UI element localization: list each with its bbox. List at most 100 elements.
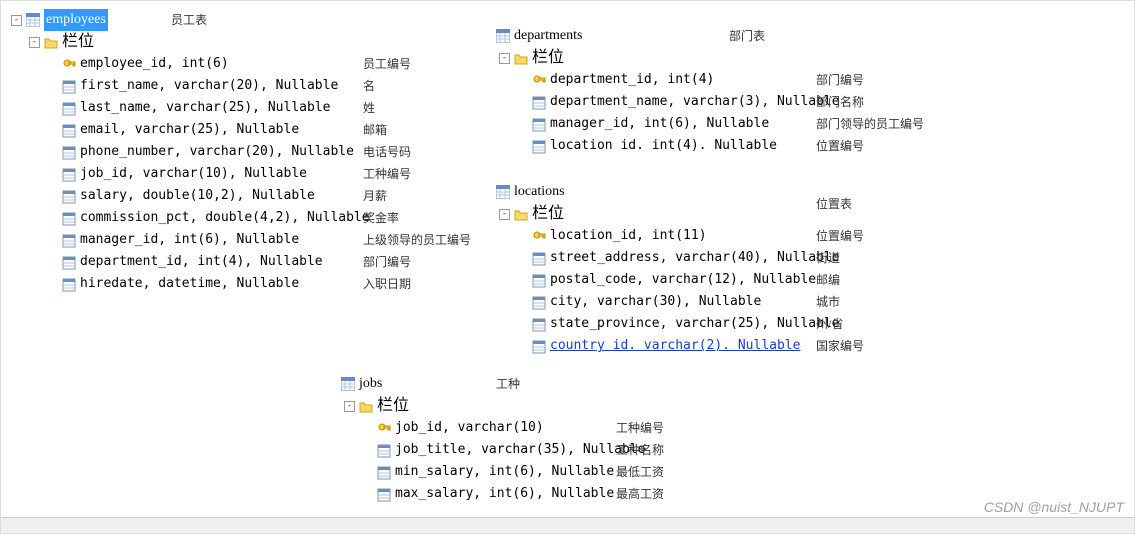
column-desc: 最高工资	[616, 483, 664, 505]
column-icon	[62, 101, 76, 115]
folder-icon	[514, 207, 528, 221]
folder-columns[interactable]: 栏位	[532, 47, 564, 69]
column-def[interactable]: salary, double(10,2), Nullable	[80, 185, 315, 207]
table-icon	[496, 185, 510, 199]
folder-icon	[514, 51, 528, 65]
column-desc: 电话号码	[363, 141, 471, 163]
folder-columns[interactable]: 栏位	[532, 203, 564, 225]
column-def[interactable]: job_id, varchar(10)	[395, 417, 544, 439]
column-icon	[62, 167, 76, 181]
column-icon	[532, 95, 546, 109]
column-icon	[532, 339, 546, 353]
table-locations[interactable]: locations	[514, 181, 565, 203]
column-icon	[62, 79, 76, 93]
column-desc: 奖金率	[363, 207, 471, 229]
column-def[interactable]: department_id, int(4), Nullable	[80, 251, 323, 273]
column-icon	[62, 211, 76, 225]
column-def[interactable]: location id. int(4). Nullable	[550, 135, 777, 157]
column-def[interactable]: email, varchar(25), Nullable	[80, 119, 299, 141]
folder-icon	[44, 35, 58, 49]
column-desc: 邮箱	[363, 119, 471, 141]
column-icon	[377, 443, 391, 457]
column-desc: 工种名称	[616, 439, 664, 461]
column-def[interactable]: hiredate, datetime, Nullable	[80, 273, 299, 295]
column-icon	[532, 317, 546, 331]
table-departments[interactable]: departments	[514, 25, 582, 47]
column-icon	[62, 145, 76, 159]
column-desc: 姓	[363, 97, 471, 119]
column-def[interactable]: country id. varchar(2). Nullable	[550, 335, 800, 357]
column-desc: 城市	[816, 291, 864, 313]
table-desc: 部门表	[729, 25, 765, 47]
column-desc: 入职日期	[363, 273, 471, 295]
key-icon	[532, 73, 546, 87]
column-def[interactable]: location_id, int(11)	[550, 225, 707, 247]
table-employees[interactable]: employees	[44, 9, 108, 31]
column-icon	[62, 255, 76, 269]
expander-minus-icon[interactable]: -	[499, 209, 510, 220]
column-icon	[62, 277, 76, 291]
column-icon	[532, 139, 546, 153]
column-desc: 位置编号	[816, 225, 864, 247]
column-icon	[377, 465, 391, 479]
column-def[interactable]: city, varchar(30), Nullable	[550, 291, 761, 313]
column-def[interactable]: department_id, int(4)	[550, 69, 714, 91]
column-icon	[532, 117, 546, 131]
column-desc: 上级领导的员工编号	[363, 229, 471, 251]
column-def[interactable]: department_name, varchar(3), Nullable	[550, 91, 840, 113]
column-desc: 月薪	[363, 185, 471, 207]
expander-minus-icon[interactable]: -	[499, 53, 510, 64]
column-def[interactable]: street_address, varchar(40), Nullable	[550, 247, 840, 269]
column-desc: 工种编号	[616, 417, 664, 439]
expander-minus-icon[interactable]: -	[11, 15, 22, 26]
column-desc: 位置编号	[816, 135, 924, 157]
table-icon	[26, 13, 40, 27]
key-icon	[377, 421, 391, 435]
column-desc: 最低工资	[616, 461, 664, 483]
column-def[interactable]: phone_number, varchar(20), Nullable	[80, 141, 354, 163]
column-icon	[62, 189, 76, 203]
column-def[interactable]: first_name, varchar(20), Nullable	[80, 75, 338, 97]
folder-icon	[359, 399, 373, 413]
status-bar	[1, 517, 1134, 533]
column-desc: 工种编号	[363, 163, 471, 185]
key-icon	[532, 229, 546, 243]
column-desc: 街道	[816, 247, 864, 269]
table-desc: 位置表	[816, 193, 852, 215]
table-desc: 员工表	[171, 9, 207, 31]
column-desc: 国家编号	[816, 335, 864, 357]
column-desc: 邮编	[816, 269, 864, 291]
column-def[interactable]: min_salary, int(6), Nullable	[395, 461, 614, 483]
column-def[interactable]: commission_pct, double(4,2), Nullable	[80, 207, 370, 229]
column-desc: 部门领导的员工编号	[816, 113, 924, 135]
column-desc: 部门名称	[816, 91, 924, 113]
column-def[interactable]: job_id, varchar(10), Nullable	[80, 163, 307, 185]
folder-columns[interactable]: 栏位	[377, 395, 409, 417]
watermark: CSDN @nuist_NJUPT	[984, 499, 1124, 515]
column-def[interactable]: employee_id, int(6)	[80, 53, 229, 75]
column-def[interactable]: manager_id, int(6), Nullable	[80, 229, 299, 251]
column-def[interactable]: last_name, varchar(25), Nullable	[80, 97, 330, 119]
column-def[interactable]: job_title, varchar(35), Nullable	[395, 439, 645, 461]
column-icon	[532, 273, 546, 287]
column-icon	[532, 251, 546, 265]
table-desc: 工种	[496, 373, 520, 395]
folder-columns[interactable]: 栏位	[62, 31, 94, 53]
table-icon	[341, 377, 355, 391]
column-icon	[62, 123, 76, 137]
expander-minus-icon[interactable]: -	[29, 37, 40, 48]
key-icon	[62, 57, 76, 71]
column-def[interactable]: state_province, varchar(25), Nullable	[550, 313, 840, 335]
table-icon	[496, 29, 510, 43]
column-def[interactable]: manager_id, int(6), Nullable	[550, 113, 769, 135]
column-desc: 州/省	[816, 313, 864, 335]
column-def[interactable]: max_salary, int(6), Nullable	[395, 483, 614, 505]
table-jobs[interactable]: jobs	[359, 373, 382, 395]
column-desc: 名	[363, 75, 471, 97]
column-icon	[377, 487, 391, 501]
column-desc: 部门编号	[363, 251, 471, 273]
column-desc: 部门编号	[816, 69, 924, 91]
column-def[interactable]: postal_code, varchar(12), Nullable	[550, 269, 816, 291]
column-icon	[62, 233, 76, 247]
expander-minus-icon[interactable]: -	[344, 401, 355, 412]
